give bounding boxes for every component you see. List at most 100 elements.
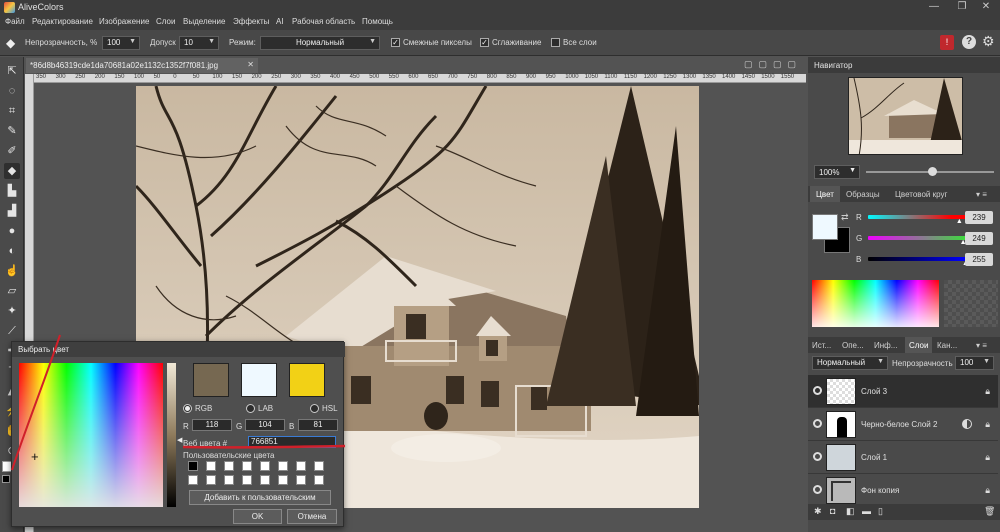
custom-color-slot[interactable] bbox=[242, 475, 252, 485]
add-to-custom-button[interactable]: Добавить к пользовательским bbox=[189, 490, 331, 505]
fill-tool-icon[interactable]: ◆ bbox=[4, 163, 20, 179]
third-color-swatch[interactable] bbox=[289, 363, 325, 397]
menu-ai[interactable]: AI bbox=[276, 17, 284, 26]
tab-layers[interactable]: Слои bbox=[905, 337, 933, 353]
tolerance-dropdown[interactable]: 10 ▼ bbox=[179, 36, 219, 50]
visibility-eye-icon[interactable] bbox=[813, 485, 822, 494]
lock-icon[interactable]: 🔒︎ bbox=[985, 452, 990, 463]
move-tool-icon[interactable]: ⇱ bbox=[4, 63, 20, 79]
custom-color-slot[interactable] bbox=[206, 475, 216, 485]
mode-dropdown[interactable]: Нормальный ▼ bbox=[260, 36, 380, 50]
g-slider[interactable] bbox=[868, 236, 966, 240]
all-layers-checkbox[interactable] bbox=[551, 38, 560, 47]
menu-layers[interactable]: Слои bbox=[156, 17, 175, 26]
custom-color-slot[interactable] bbox=[278, 475, 288, 485]
notification-icon[interactable]: ! bbox=[940, 35, 954, 50]
cancel-button[interactable]: Отмена bbox=[287, 509, 337, 524]
visibility-eye-icon[interactable] bbox=[813, 386, 822, 395]
dialog-r-field[interactable]: 118 bbox=[192, 419, 232, 431]
clone-tool-icon[interactable]: ▟ bbox=[4, 203, 20, 219]
help-icon[interactable]: ? bbox=[962, 35, 976, 49]
menu-effects[interactable]: Эффекты bbox=[233, 17, 269, 26]
effects-icon[interactable]: ✱ bbox=[814, 506, 822, 517]
new-color-swatch[interactable] bbox=[193, 363, 229, 397]
close-icon[interactable]: ✕ bbox=[972, 0, 1000, 15]
brightness-slider[interactable] bbox=[167, 363, 176, 507]
eyedropper-tool-icon[interactable]: ⟋ bbox=[4, 323, 20, 339]
custom-color-slot[interactable] bbox=[224, 475, 234, 485]
pencil-tool-icon[interactable]: ✐ bbox=[4, 143, 20, 159]
custom-color-slot[interactable] bbox=[314, 461, 324, 471]
antialias-checkbox[interactable]: ✓ bbox=[480, 38, 489, 47]
custom-color-slot[interactable] bbox=[188, 475, 198, 485]
layer-row[interactable]: Черно-белое Слой 2 🔒︎ bbox=[808, 408, 998, 441]
custom-color-slot[interactable] bbox=[206, 461, 216, 471]
layer-row[interactable]: Фон копия 🔒︎ bbox=[808, 474, 998, 507]
visibility-eye-icon[interactable] bbox=[813, 419, 822, 428]
lasso-tool-icon[interactable]: ◌ bbox=[4, 83, 20, 99]
r-slider[interactable] bbox=[868, 215, 966, 219]
model-lab-radio[interactable] bbox=[246, 404, 255, 413]
smudge-tool-icon[interactable]: ☝ bbox=[4, 263, 20, 279]
menu-workspace[interactable]: Рабочая область bbox=[292, 17, 355, 26]
blur-tool-icon[interactable]: ✦ bbox=[4, 303, 20, 319]
layers-menu-icon[interactable]: ▾ ≡ bbox=[976, 341, 987, 350]
minimize-icon[interactable]: — bbox=[920, 0, 948, 15]
lock-icon[interactable]: 🔒︎ bbox=[985, 386, 990, 397]
document-window-controls[interactable]: ▢▢▢▢ bbox=[744, 59, 804, 71]
zoom-slider-handle[interactable] bbox=[928, 167, 937, 176]
r-slider-handle[interactable]: ▲ bbox=[956, 218, 963, 225]
tab-operations[interactable]: Опе... bbox=[842, 341, 864, 350]
tab-color[interactable]: Цвет bbox=[810, 186, 840, 202]
mask-icon[interactable]: ◘ bbox=[830, 506, 835, 516]
fill-layer-icon[interactable]: ◧ bbox=[846, 506, 855, 517]
dodge-tool-icon[interactable]: ◐ bbox=[4, 243, 20, 259]
tab-history[interactable]: Ист... bbox=[812, 341, 831, 350]
trash-icon[interactable]: 🗑︎ bbox=[984, 506, 995, 517]
crop-tool-icon[interactable]: ⌗ bbox=[4, 103, 20, 119]
custom-color-slot[interactable] bbox=[296, 475, 306, 485]
menu-image[interactable]: Изображение bbox=[99, 17, 149, 26]
gear-icon[interactable]: ⚙ bbox=[982, 33, 996, 49]
color-g-value[interactable]: 249 bbox=[965, 232, 993, 245]
tab-swatches[interactable]: Образцы bbox=[846, 190, 880, 199]
tab-channels[interactable]: Кан... bbox=[937, 341, 957, 350]
custom-color-slot[interactable] bbox=[242, 461, 252, 471]
brightness-slider-handle[interactable]: ◀ bbox=[177, 436, 182, 444]
visibility-eye-icon[interactable] bbox=[813, 452, 822, 461]
custom-color-slot[interactable] bbox=[224, 461, 234, 471]
model-rgb-radio[interactable] bbox=[183, 404, 192, 413]
dialog-b-field[interactable]: 81 bbox=[298, 419, 338, 431]
group-folder-icon[interactable]: ▬ bbox=[862, 506, 871, 516]
layer-row[interactable]: Слой 3 🔒︎ bbox=[808, 375, 998, 408]
close-tab-icon[interactable]: ✕ bbox=[247, 60, 254, 69]
swap-colors-icon[interactable]: ⇄ bbox=[841, 212, 849, 223]
custom-color-slot[interactable] bbox=[314, 475, 324, 485]
old-color-swatch[interactable] bbox=[241, 363, 277, 397]
menu-help[interactable]: Помощь bbox=[362, 17, 393, 26]
blend-mode-dropdown[interactable]: Нормальный ▼ bbox=[812, 356, 888, 370]
color-b-value[interactable]: 255 bbox=[965, 253, 993, 266]
tab-info[interactable]: Инф... bbox=[874, 341, 897, 350]
lock-icon[interactable]: 🔒︎ bbox=[985, 485, 990, 496]
zoom-dropdown[interactable]: 100% ▼ bbox=[814, 165, 860, 179]
custom-color-slot[interactable] bbox=[188, 461, 198, 471]
tab-color-wheel[interactable]: Цветовой круг bbox=[895, 190, 947, 199]
custom-color-slot[interactable] bbox=[296, 461, 306, 471]
background-color-swatch[interactable] bbox=[2, 475, 10, 483]
recent-colors-grid[interactable] bbox=[944, 280, 998, 327]
panel-menu-icon[interactable]: ▾ ≡ bbox=[976, 190, 987, 199]
model-hsl-radio[interactable] bbox=[310, 404, 319, 413]
color-foreground-swatch-top[interactable] bbox=[812, 214, 838, 240]
custom-color-slot[interactable] bbox=[260, 475, 270, 485]
eraser-tool-icon[interactable]: ▱ bbox=[4, 283, 20, 299]
menu-file[interactable]: Файл bbox=[5, 17, 25, 26]
b-slider[interactable] bbox=[868, 257, 966, 261]
layer-row[interactable]: Слой 1 🔒︎ bbox=[808, 441, 998, 474]
ok-button[interactable]: OK bbox=[233, 509, 282, 524]
dialog-g-field[interactable]: 104 bbox=[245, 419, 285, 431]
color-field[interactable]: + bbox=[19, 363, 163, 507]
contiguous-checkbox[interactable]: ✓ bbox=[391, 38, 400, 47]
brush-tool-icon[interactable]: ✎ bbox=[4, 123, 20, 139]
stamp-tool-icon[interactable]: ▙ bbox=[4, 183, 20, 199]
